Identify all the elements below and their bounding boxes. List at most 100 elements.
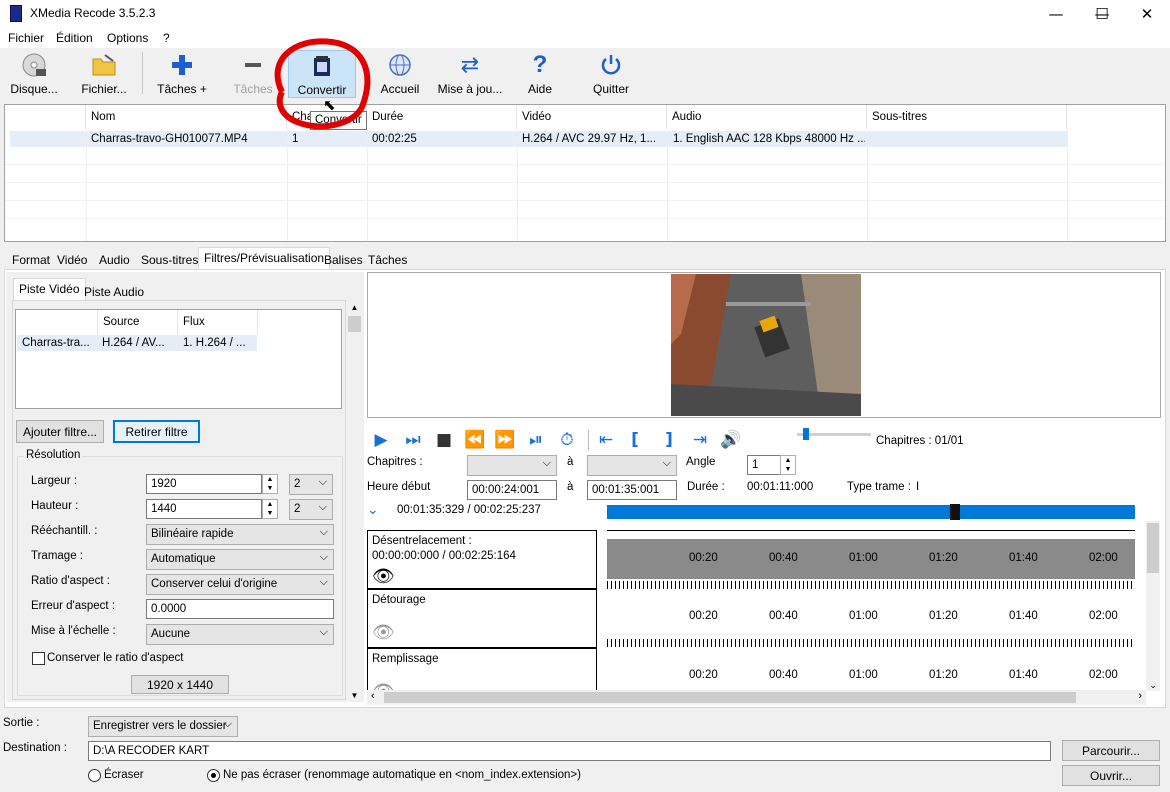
- timeline-tick-label: 00:20: [689, 552, 718, 564]
- no-overwrite-radio[interactable]: [207, 769, 220, 782]
- header-source[interactable]: Source: [98, 310, 178, 335]
- end-time-field[interactable]: 00:01:35:001: [587, 480, 677, 500]
- timeline-tick-label: 01:00: [849, 610, 878, 622]
- width-multiple-select[interactable]: 2: [289, 474, 333, 495]
- tab-filters[interactable]: Filtres/Prévisualisation: [198, 247, 331, 269]
- subtab-audio[interactable]: Piste Audio: [78, 281, 150, 301]
- tab-audio[interactable]: Audio: [93, 249, 136, 269]
- filter-crop[interactable]: Détourage 👁: [367, 589, 597, 648]
- menu-help[interactable]: ?: [163, 31, 170, 45]
- set-end-mark-icon[interactable]: ]: [659, 430, 679, 450]
- aspect-error-field[interactable]: 0.0000: [146, 599, 334, 619]
- eye-off-icon[interactable]: 👁: [372, 622, 395, 643]
- timeline-vertical-scrollbar[interactable]: ⌄: [1146, 521, 1160, 691]
- close-button[interactable]: ✕: [1124, 0, 1170, 28]
- video-preview-image: [671, 274, 861, 416]
- timeline-tick-label: 01:40: [1009, 669, 1038, 681]
- header-flux[interactable]: Flux: [178, 310, 258, 335]
- file-button[interactable]: Fichier...: [78, 50, 130, 98]
- position-readout: 00:01:35:329 / 00:02:25:237: [397, 504, 541, 516]
- seek-bar-thumb[interactable]: [950, 504, 960, 520]
- destination-field[interactable]: D:\A RECODER KART: [88, 741, 1051, 761]
- add-filter-button[interactable]: Ajouter filtre...: [16, 420, 104, 443]
- eye-off-icon[interactable]: 👁: [372, 681, 395, 690]
- clock-icon[interactable]: ⏱: [557, 430, 577, 450]
- header-name[interactable]: Nom: [86, 105, 287, 129]
- home-button[interactable]: Accueil: [376, 50, 424, 98]
- add-task-button[interactable]: Tâches +: [155, 50, 209, 98]
- scale-select[interactable]: Aucune: [146, 624, 334, 645]
- aspect-select[interactable]: Conserver celui d'origine: [146, 574, 334, 595]
- height-multiple-select[interactable]: 2: [289, 499, 333, 520]
- update-button[interactable]: ⇄ Mise à jou...: [436, 50, 504, 98]
- header-duration[interactable]: Durée: [367, 105, 517, 129]
- title-bar: XMedia Recode 3.5.2.3 —: [0, 0, 1170, 28]
- disc-icon: [21, 52, 47, 78]
- angle-spinner[interactable]: ▲ ▼: [780, 455, 796, 475]
- maximize-button[interactable]: ☐: [1079, 0, 1125, 28]
- filter-padding[interactable]: Remplissage 👁: [367, 648, 597, 690]
- resample-select[interactable]: Bilinéaire rapide: [146, 524, 334, 545]
- file-label: Fichier...: [81, 82, 127, 96]
- width-field[interactable]: 1920: [146, 474, 262, 494]
- tab-subtitles[interactable]: Sous-titres: [135, 249, 204, 269]
- dither-select[interactable]: Automatique: [146, 549, 334, 570]
- left-scrollbar[interactable]: ▲ ▼: [346, 300, 363, 702]
- remove-filter-button[interactable]: Retirer filtre: [113, 420, 200, 443]
- browse-button[interactable]: Parcourir...: [1062, 740, 1160, 761]
- height-field[interactable]: 1440: [146, 499, 262, 519]
- file-list[interactable]: Nom Cha Durée Vidéo Audio Sous-titres Ch…: [4, 104, 1166, 242]
- menu-fichier[interactable]: Fichier: [8, 31, 44, 45]
- height-spinner[interactable]: ▲ ▼: [262, 499, 278, 519]
- step-forward-icon[interactable]: ⏯: [526, 430, 546, 450]
- go-to-start-mark-icon[interactable]: ⇤: [596, 430, 616, 450]
- set-start-mark-icon[interactable]: [: [625, 430, 645, 450]
- minimize-button[interactable]: —: [1033, 0, 1079, 28]
- header-video[interactable]: Vidéo: [517, 105, 667, 129]
- tab-format[interactable]: Format: [6, 249, 56, 269]
- row-duration: 00:02:25: [372, 133, 417, 145]
- menu-options[interactable]: Options: [107, 31, 148, 45]
- tab-tasks[interactable]: Tâches: [362, 249, 413, 269]
- play-icon[interactable]: ▶: [371, 430, 391, 450]
- chapter-end-select[interactable]: [587, 455, 677, 476]
- filter-timeline-area: Désentrelacement : 00:00:00:000 / 00:02:…: [367, 528, 1147, 690]
- disc-button[interactable]: Disque...: [8, 50, 60, 98]
- chapters-info: Chapitres : 01/01: [876, 435, 964, 447]
- output-mode-select[interactable]: Enregistrer vers le dossier: [88, 716, 238, 737]
- timeline-horizontal-scrollbar[interactable]: ‹ ›: [367, 690, 1146, 705]
- duration-value: 00:01:11:000: [747, 481, 814, 493]
- go-to-end-mark-icon[interactable]: ⇥: [690, 430, 710, 450]
- track-table[interactable]: Source Flux Charras-tra... H.264 / AV...…: [15, 309, 342, 409]
- start-time-field[interactable]: 00:00:24:001: [467, 480, 557, 500]
- volume-icon[interactable]: 🔊: [720, 430, 741, 450]
- expand-chevron-icon[interactable]: ⌄: [367, 502, 379, 518]
- stop-icon[interactable]: ■: [434, 430, 454, 450]
- rewind-icon[interactable]: ⏪: [464, 430, 485, 450]
- keep-ratio-checkbox[interactable]: [32, 652, 45, 665]
- timeline-tick-label: 00:20: [689, 610, 718, 622]
- timeline-row[interactable]: 00:20 00:40 01:00 01:20 01:40 02:00: [607, 648, 1135, 690]
- subtab-video[interactable]: Piste Vidéo: [13, 278, 86, 300]
- filter-deinterlace[interactable]: Désentrelacement : 00:00:00:000 / 00:02:…: [367, 530, 597, 589]
- menu-edition[interactable]: Édition: [56, 31, 93, 45]
- fast-forward-icon[interactable]: ⏩: [494, 430, 515, 450]
- angle-field[interactable]: 1: [747, 455, 781, 475]
- tab-video[interactable]: Vidéo: [51, 249, 93, 269]
- eye-icon[interactable]: 👁: [372, 566, 395, 587]
- no-overwrite-label: Ne pas écraser (renommage automatique en…: [223, 769, 581, 781]
- chapter-start-select[interactable]: [467, 455, 557, 476]
- header-audio[interactable]: Audio: [667, 105, 867, 129]
- header-subtitles[interactable]: Sous-titres: [867, 105, 1067, 129]
- question-icon: ?: [532, 51, 548, 78]
- volume-slider-thumb[interactable]: [803, 428, 809, 440]
- timeline-row[interactable]: 00:20 00:40 01:00 01:20 01:40 02:00: [607, 530, 1135, 589]
- open-button[interactable]: Ouvrir...: [1062, 765, 1160, 786]
- seek-bar[interactable]: [607, 504, 1135, 520]
- next-frame-icon[interactable]: ⏭: [403, 430, 423, 450]
- width-spinner[interactable]: ▲ ▼: [262, 474, 278, 494]
- timeline-row[interactable]: 00:20 00:40 01:00 01:20 01:40 02:00: [607, 589, 1135, 648]
- quit-button[interactable]: Quitter: [588, 50, 634, 98]
- help-button[interactable]: ? Aide: [520, 50, 560, 98]
- overwrite-radio[interactable]: [88, 769, 101, 782]
